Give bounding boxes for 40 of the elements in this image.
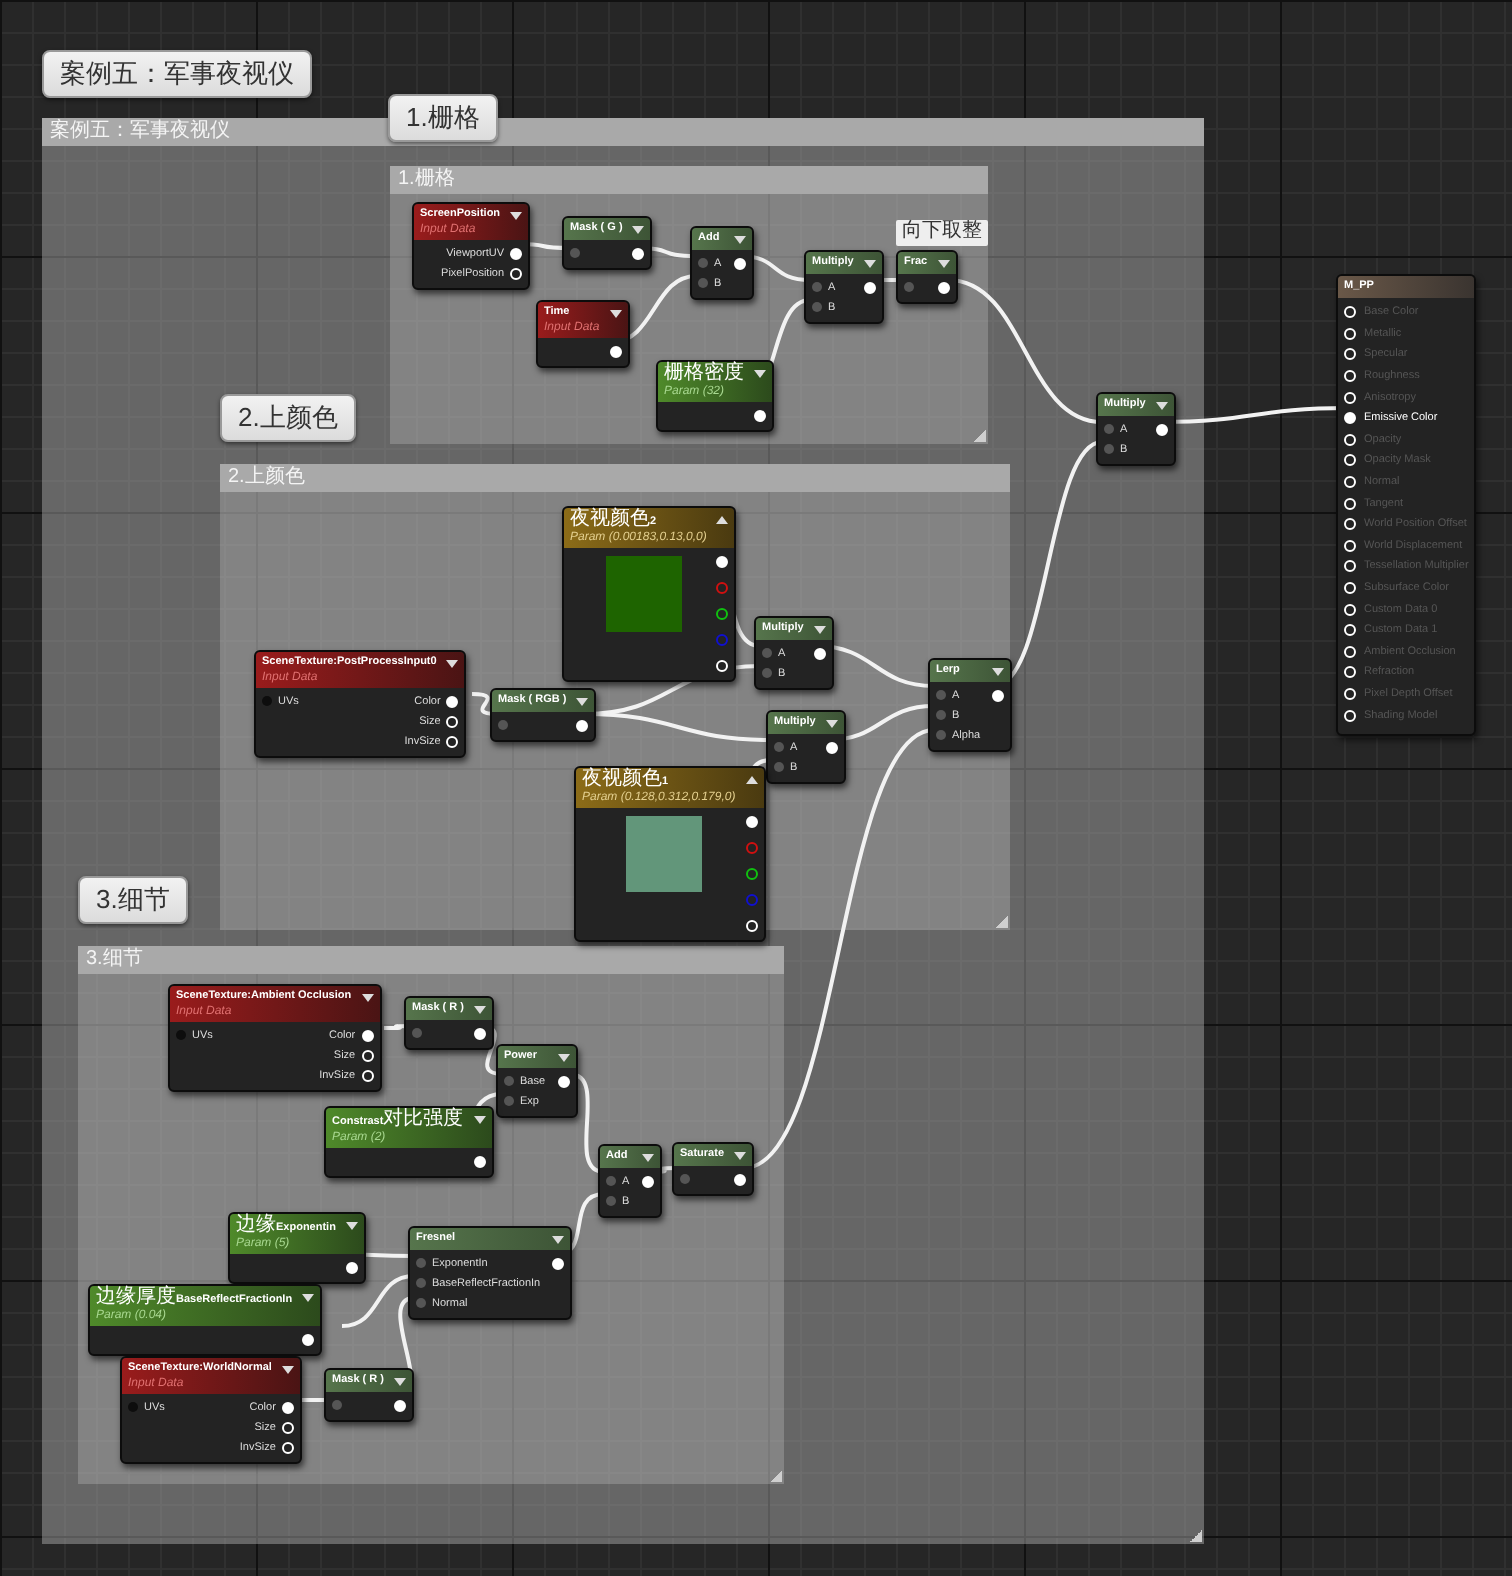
caret-icon[interactable] (345, 1222, 358, 1230)
caret-icon[interactable] (754, 370, 766, 378)
pin[interactable] (745, 867, 758, 879)
caret-icon[interactable] (1155, 402, 1168, 410)
comment-bubble: 2.上颜色 (220, 394, 356, 442)
caret-icon[interactable] (992, 668, 1005, 676)
caret-icon[interactable] (557, 1054, 570, 1062)
caret-icon[interactable] (446, 660, 459, 668)
caret-icon[interactable] (576, 698, 589, 706)
comment-title: 1.栅格 (390, 166, 988, 194)
caret-icon[interactable] (552, 1236, 565, 1244)
caret-icon[interactable] (641, 1154, 654, 1162)
resize-handle-icon[interactable] (974, 430, 986, 442)
node-title: 栅格密度 (664, 364, 744, 385)
caret-icon[interactable] (393, 1378, 406, 1386)
caret-icon[interactable] (609, 310, 622, 318)
caret-icon[interactable] (632, 226, 645, 234)
resize-handle-icon[interactable] (1190, 1530, 1202, 1542)
caret-icon[interactable] (473, 1006, 486, 1014)
caret-icon[interactable] (937, 260, 950, 268)
caret-icon[interactable] (510, 212, 523, 220)
comment-title: 3.细节 (78, 946, 784, 974)
comment-bubble: 案例五：军事夜视仪 (42, 50, 312, 98)
caret-icon[interactable] (863, 260, 876, 268)
resize-handle-icon[interactable] (996, 916, 1008, 928)
caret-icon[interactable] (733, 236, 746, 244)
caret-icon[interactable] (825, 720, 838, 728)
comment-title: 2.上颜色 (220, 464, 1010, 492)
node-comment: 向下取整 (896, 220, 988, 246)
comment-bubble: 3.细节 (78, 876, 188, 924)
pin[interactable] (716, 607, 729, 619)
caret-icon[interactable] (813, 626, 826, 634)
caret-icon[interactable] (361, 994, 374, 1002)
caret-icon[interactable] (473, 1116, 486, 1124)
resize-handle-icon[interactable] (770, 1470, 782, 1482)
caret-icon[interactable] (734, 1152, 747, 1160)
caret-icon[interactable] (302, 1294, 315, 1302)
caret-icon[interactable] (745, 776, 758, 784)
caret-icon[interactable] (716, 516, 729, 524)
caret-icon[interactable] (281, 1366, 294, 1374)
